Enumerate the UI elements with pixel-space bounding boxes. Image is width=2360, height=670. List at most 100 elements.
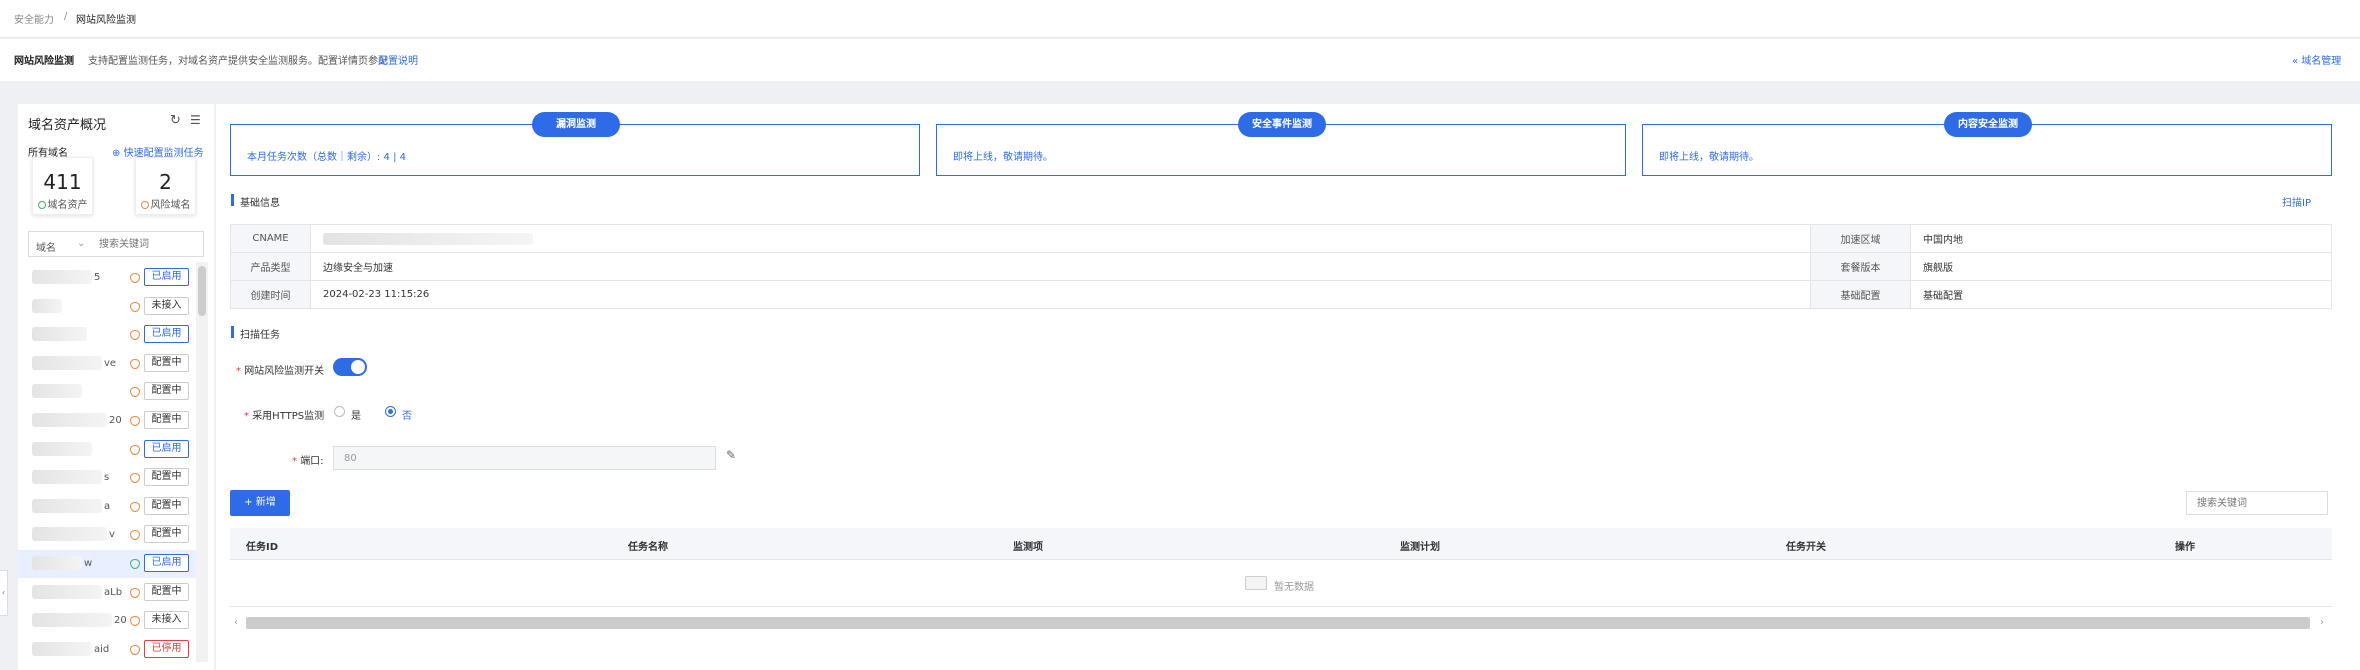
masked-domain — [32, 613, 112, 628]
breadcrumb-current: 网站风险监测 — [76, 15, 136, 26]
basic-config-link[interactable]: 基础配置 — [1910, 280, 2332, 309]
domain-search-input[interactable] — [99, 234, 199, 254]
shield-icon — [130, 530, 140, 541]
plus-icon: + — [244, 497, 253, 508]
list-scrollbar[interactable] — [196, 262, 208, 662]
masked-domain — [32, 298, 62, 313]
domain-list-item[interactable]: 20 配置中 — [18, 407, 196, 435]
info-value: 旗舰版 — [1910, 252, 2332, 281]
breadcrumb-parent[interactable]: 安全能力 — [14, 11, 54, 26]
status-badge: 配置中 — [144, 468, 189, 487]
info-key: CNAME — [230, 224, 311, 253]
task-search-input[interactable] — [2186, 491, 2328, 515]
masked-domain — [32, 441, 92, 456]
domain-list-item[interactable]: 20 未接入 — [18, 607, 196, 635]
table-divider — [230, 606, 2332, 607]
status-badge: 已停用 — [144, 639, 189, 658]
domain-name-fragment: v — [109, 529, 115, 541]
monitor-switch-toggle[interactable] — [333, 358, 367, 376]
stat-label: 域名资产 — [33, 196, 92, 211]
masked-domain — [32, 413, 107, 427]
col-task-id: 任务ID — [246, 542, 279, 553]
empty-box-icon — [1245, 576, 1267, 590]
chevron-left-icon: « — [2292, 56, 2299, 67]
scroll-left-icon[interactable]: ‹ — [234, 617, 238, 628]
stat-value: 411 — [43, 170, 82, 194]
list-toggle-icon[interactable]: ☰ — [190, 113, 201, 127]
domain-list-item[interactable]: 已启用 — [18, 436, 196, 464]
domain-list-item[interactable]: 已启用 — [18, 321, 196, 349]
card-text: 即将上线，敬请期待。 — [1659, 152, 1759, 163]
radio-yes-label[interactable]: 是 — [351, 407, 361, 422]
radio-no-label[interactable]: 否 — [402, 407, 412, 422]
page-title: 网站风险监测 — [14, 56, 74, 67]
col-monitor-plan: 监测计划 — [1400, 542, 1440, 553]
status-badge: 配置中 — [144, 582, 189, 601]
status-badge: 配置中 — [144, 382, 189, 401]
scrollbar-thumb[interactable] — [198, 266, 206, 316]
plus-circle-icon: ⊕ — [112, 148, 121, 159]
info-value: 2024-02-23 11:15:26 — [310, 280, 1811, 309]
stat-value: 2 — [159, 170, 172, 194]
domain-list-item[interactable]: s 配置中 — [18, 464, 196, 492]
masked-domain — [32, 641, 92, 656]
domain-name-fragment: 20 — [114, 615, 127, 627]
domain-list-item[interactable]: 未接入 — [18, 293, 196, 321]
page-header: 网站风险监测 支持配置监测任务，对域名资产提供安全监测服务。配置详情页参见 配置… — [0, 39, 2360, 81]
card-vuln: 漏洞监测 本月任务次数（总数｜剩余）: 4 | 4 — [230, 112, 920, 176]
refresh-icon[interactable]: ↻ — [170, 113, 181, 128]
toggle-knob — [351, 360, 365, 374]
stat-domain-assets: 411 域名资产 — [32, 157, 93, 215]
scroll-right-icon[interactable]: › — [2320, 617, 2324, 628]
search-bar: 域名 ⌄ — [28, 231, 204, 257]
status-badge: 已启用 — [144, 554, 189, 572]
domain-name-fragment: aid — [94, 643, 110, 655]
monitor-switch-label: * 网站风险监测开关 — [236, 366, 325, 377]
config-doc-link[interactable]: 配置说明 — [378, 52, 418, 67]
domain-list-item[interactable]: 配置中 — [18, 378, 196, 406]
card-title: 内容安全监测 — [1944, 112, 2032, 137]
radio-no[interactable] — [385, 406, 396, 417]
scan-ip-link[interactable]: 扫描IP — [2282, 194, 2311, 209]
domain-name-fragment: w — [84, 558, 93, 569]
stat-label: 风险域名 — [136, 196, 195, 211]
add-task-button[interactable]: + 新增 — [230, 490, 290, 516]
domain-list-item[interactable]: aLb 配置中 — [18, 579, 196, 607]
domain-list-item[interactable]: aid 已停用 — [18, 636, 196, 664]
col-actions: 操作 — [2175, 542, 2195, 553]
shield-icon — [130, 616, 140, 627]
cname-value — [310, 224, 1811, 253]
status-badge: 已启用 — [144, 325, 189, 344]
shield-icon — [130, 587, 140, 598]
shield-icon — [130, 330, 140, 341]
col-task-switch: 任务开关 — [1786, 542, 1826, 553]
radio-dot — [388, 409, 393, 414]
shield-icon — [130, 416, 140, 426]
masked-domain — [32, 384, 82, 399]
filter-select[interactable]: 域名 — [36, 239, 56, 254]
horizontal-scrollbar[interactable] — [246, 617, 2310, 629]
masked-domain — [32, 470, 102, 485]
domain-list-item[interactable]: a 配置中 — [18, 493, 196, 521]
masked-domain — [32, 498, 102, 513]
masked-domain — [32, 527, 107, 542]
domain-manage-link[interactable]: « 域名管理 — [2292, 52, 2341, 67]
info-key: 加速区域 — [1810, 224, 1911, 253]
port-input[interactable] — [333, 446, 716, 470]
radio-yes[interactable] — [334, 406, 345, 417]
domain-name-fragment: 20 — [109, 415, 122, 426]
edit-icon[interactable]: ✎ — [726, 448, 736, 462]
domain-list-item[interactable]: w 已启用 — [18, 550, 196, 578]
domain-list-item[interactable]: 5 已启用 — [18, 264, 196, 292]
card-text: 即将上线，敬请期待。 — [953, 152, 1053, 163]
alert-icon — [140, 201, 149, 209]
card-title: 漏洞监测 — [532, 112, 620, 137]
domain-name-fragment: s — [104, 472, 110, 484]
domain-list-item[interactable]: ve 配置中 — [18, 350, 196, 378]
collapse-handle[interactable]: ‹ — [0, 570, 8, 616]
chevron-down-icon[interactable]: ⌄ — [77, 238, 85, 249]
info-row: 产品类型 边缘安全与加速 套餐版本 旗舰版 — [230, 252, 2332, 281]
domain-list-item[interactable]: v 配置中 — [18, 521, 196, 549]
card-content-security: 内容安全监测 即将上线，敬请期待。 — [1642, 112, 2332, 176]
stat-risk-domains: 2 风险域名 — [135, 157, 196, 215]
